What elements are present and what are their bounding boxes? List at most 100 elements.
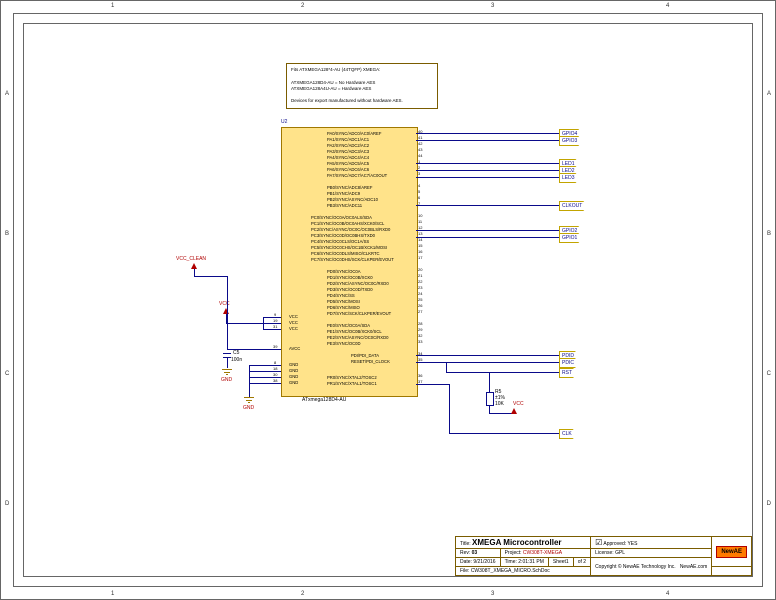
ruler-col: 3 [491, 591, 494, 597]
ruler-col: 2 [301, 591, 304, 597]
r5-val: 10K [495, 401, 504, 407]
pin-label: PA1/SYNC/ADC1/AC1 [327, 137, 369, 142]
pin-label: PC6/SYNC/OC0DLS/MISO/CLKRTC [311, 251, 380, 256]
ruler-col: 4 [666, 3, 669, 9]
schematic-sheet: 1 2 3 4 1 2 3 4 A B C D A B C D Fits ATX… [0, 0, 776, 600]
vcc-arrow-icon [511, 408, 517, 414]
tb-file-lbl: File: [460, 568, 469, 574]
pin-label: PC2/SYNC/ASYNC/OC0C/OC0BLS/RXD0 [311, 227, 390, 232]
ruler-row: D [767, 501, 771, 507]
pin-label: PC4/SYNC/OC0CLS/OC1A/SS [311, 239, 369, 244]
wire [416, 384, 450, 385]
pin-num: 32 [418, 333, 422, 338]
wire [446, 362, 447, 372]
tb-approved-lbl: Approved: [603, 541, 626, 547]
pin-num: 21 [418, 273, 422, 278]
wire [263, 317, 281, 318]
pin-num: 11 [418, 219, 422, 224]
pin-label: RESET/PDI_CLOCK [351, 359, 390, 364]
tb-date-lbl: Date: [460, 559, 472, 565]
net-gnd: GND [243, 405, 254, 411]
tb-title: XMEGA Microcontroller [472, 538, 562, 547]
port-gpio3: GPIO3 [559, 136, 583, 146]
tb-license-lbl: License: [595, 550, 614, 556]
pin-num: 27 [418, 309, 422, 314]
pin-label: PE1/SYNC/OC0B/XCK0/SCL [327, 329, 382, 334]
ruler-col: 4 [666, 591, 669, 597]
pin-label: PE3/SYNC/OC0D [327, 341, 361, 346]
note-line: ATXMEGA128A4U-AU = Hardware AES [291, 86, 433, 92]
pin-label: PA3/SYNC/ADC3/AC3 [327, 149, 369, 154]
pin-num: 22 [418, 279, 422, 284]
pin-label: GND [289, 368, 298, 373]
pin-num: 36 [418, 373, 422, 378]
note-line: Fits ATXMEGA128*4-AU (44TQFP) XMEGA: [291, 67, 433, 73]
pin-num: 23 [418, 285, 422, 290]
wire [416, 133, 559, 134]
ruler-row: D [5, 501, 9, 507]
net-vcc: VCC [513, 401, 524, 407]
tb-sheet: Sheet1 [553, 559, 569, 565]
pin-num: 20 [418, 267, 422, 272]
pin-label: PB2/SYNC/ASYNC/ADC10 [327, 197, 378, 202]
pin-num: 42 [418, 141, 422, 146]
ruler-col: 1 [111, 591, 114, 597]
tb-time: 2:01:31 PM [518, 559, 544, 565]
vcc-arrow-icon [223, 308, 229, 314]
note-line: Devices for export manufactured without … [291, 98, 433, 104]
pin-label: PD4/SYNC/SS [327, 293, 355, 298]
wire [227, 276, 228, 349]
gnd-icon [222, 369, 232, 376]
tb-license: GPL [615, 550, 625, 556]
pin-num: 44 [418, 153, 422, 158]
wire [263, 323, 281, 324]
pin-label: GND [289, 380, 298, 385]
wire [449, 384, 450, 433]
wire [249, 365, 281, 366]
wire [249, 377, 281, 378]
pin-label: GND [289, 374, 298, 379]
pin-label: PA0/SYNC/ADC0/AC0/AREF [327, 131, 381, 136]
c5-ref: C5 [233, 350, 239, 356]
wire [416, 362, 559, 363]
pin-label: PR0/SYNC/XTAL2/TOSC2 [327, 375, 377, 380]
pin-label: PE2/SYNC/ASYNC/OC0C/RXD0 [327, 335, 388, 340]
pin-num: 24 [418, 291, 422, 296]
wire [249, 371, 281, 372]
pin-num: 33 [418, 339, 422, 344]
pin-label: PE0/SYNC/OC0A/SDA [327, 323, 370, 328]
pin-num: 43 [418, 147, 422, 152]
newae-logo: NewAE [716, 546, 747, 558]
wire [489, 413, 513, 414]
pin-label: GND [289, 362, 298, 367]
pin-label: VCC [289, 326, 298, 331]
pin-num: 16 [418, 249, 422, 254]
ruler-row: B [5, 231, 9, 237]
wire [489, 372, 490, 392]
tb-date: 9/21/2016 [473, 559, 495, 565]
title-block: Title: XMEGA Microcontroller ☑ Approved:… [455, 536, 752, 576]
ruler-row: B [767, 231, 771, 237]
tb-project-lbl: Project: [505, 550, 522, 556]
wire [194, 269, 195, 276]
wire [416, 355, 559, 356]
wire [449, 433, 559, 434]
wire [416, 230, 559, 231]
tb-time-lbl: Time: [505, 559, 517, 565]
pin-label: PC0/SYNC/OC0A/OC0ALS/SDA [311, 215, 372, 220]
net-gnd: GND [221, 377, 232, 383]
net-vcc-clean: VCC_CLEAN [176, 256, 206, 262]
wire [416, 177, 559, 178]
pin-num: 26 [418, 303, 422, 308]
pin-num: 17 [418, 255, 422, 260]
pin-num: 4 [418, 183, 420, 188]
pin-label: PA4/SYNC/ADC4/AC4 [327, 155, 369, 160]
ruler-row: C [5, 371, 9, 377]
cap-plate [223, 353, 231, 354]
pin-label: PC5/SYNC/OC0CHS/OC1B/XCK1/MOSI [311, 245, 387, 250]
pin-label: PB0/SYNC/ADC8/AREF [327, 185, 372, 190]
wire [226, 323, 264, 324]
c5-val: 100n [231, 357, 242, 363]
pin-label: PA2/SYNC/ADC2/AC2 [327, 143, 369, 148]
pin-label: VCC [289, 320, 298, 325]
